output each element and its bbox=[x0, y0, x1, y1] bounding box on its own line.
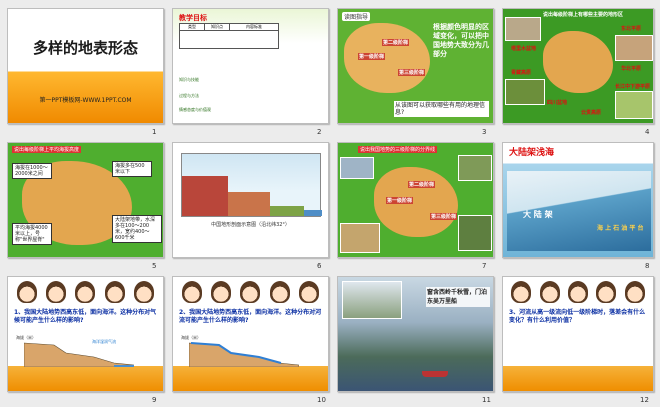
photo bbox=[505, 17, 541, 41]
region-label: 塔里木盆地 bbox=[511, 46, 537, 52]
terrain-profile bbox=[24, 342, 134, 367]
kids-banner bbox=[507, 281, 649, 303]
region-label: 四川盆地 bbox=[547, 100, 568, 106]
slide-number: 4 bbox=[645, 128, 650, 136]
ship-icon bbox=[422, 371, 448, 377]
slide-number: 1 bbox=[152, 128, 157, 136]
china-map bbox=[344, 23, 430, 93]
river-profile bbox=[189, 342, 299, 367]
slide-number: 3 bbox=[482, 128, 487, 136]
callout: 海拔在1000～2000米之间 bbox=[12, 163, 52, 179]
slide-thumbnail[interactable]: 说出每级阶梯上有哪些主要的地形区 塔里木盆地 青藏高原 东北平原 华北平原 长江… bbox=[502, 8, 654, 124]
photo bbox=[340, 223, 380, 253]
photo bbox=[615, 91, 653, 119]
slide-header: 说出每级阶梯上平均海拔高度 bbox=[12, 146, 82, 153]
region-label: 长江中下游平原 bbox=[615, 84, 651, 90]
slide-number: 7 bbox=[482, 262, 487, 270]
slide-header: 说出我国地势的三级阶梯的分界线 bbox=[358, 146, 438, 153]
photo bbox=[505, 79, 545, 105]
map-label: 第二级阶梯 bbox=[382, 39, 410, 46]
kids-banner bbox=[177, 281, 324, 303]
photo bbox=[340, 157, 374, 179]
slide-number: 8 bbox=[645, 262, 650, 270]
slide-number: 10 bbox=[317, 396, 326, 404]
callout: 海拔多在500米以下 bbox=[112, 161, 152, 177]
slide-header: 说出每级阶梯上有哪些主要的地形区 bbox=[543, 12, 624, 18]
callout: 大陆架地带，水深多在100～200米，宽约400～600千米 bbox=[112, 215, 162, 243]
slide-tag: 读图指导 bbox=[342, 12, 371, 21]
slide-thumbnail[interactable]: 中国地形剖面示意图（沿北纬32°） bbox=[172, 142, 329, 258]
photo bbox=[342, 281, 402, 319]
kids-banner bbox=[12, 281, 159, 303]
table-head: 知识点 bbox=[205, 24, 230, 30]
map-label: 第三级阶梯 bbox=[398, 69, 426, 76]
diagram-caption: 中国地形剖面示意图（沿北纬32°） bbox=[211, 222, 290, 228]
slide-thumbnail[interactable]: 窗含西岭千秋雪，门泊东吴万里船 bbox=[337, 276, 494, 392]
slide-thumbnail[interactable]: 说出每级阶梯上平均海拔高度 海拔在1000～2000米之间 海拔多在500米以下… bbox=[7, 142, 164, 258]
slide-thumbnail[interactable]: 1、我国大陆地势西高东低，面向海洋。这种分布对气候可能产生什么样的影响? 海拔（… bbox=[7, 276, 164, 392]
map-label: 第三级阶梯 bbox=[430, 213, 458, 220]
objective-item: 情感态度与价值观 bbox=[179, 107, 211, 112]
map-label: 第二级阶梯 bbox=[408, 181, 436, 188]
china-map bbox=[543, 31, 613, 93]
guide-text: 根据颜色明显的区域变化，可以把中国地势大致分为几部分 bbox=[433, 23, 489, 58]
photo bbox=[458, 155, 492, 181]
callout: 平均海拔4000米以上，号称"世界屋脊" bbox=[12, 223, 52, 245]
slide-number: 5 bbox=[152, 262, 157, 270]
objective-item: 知识与技能 bbox=[179, 77, 199, 82]
slide-number: 11 bbox=[482, 396, 491, 404]
region-label: 华北平原 bbox=[621, 66, 642, 72]
map-label: 第一级阶梯 bbox=[358, 53, 386, 60]
region-label: 东北平原 bbox=[621, 26, 642, 32]
slide-number: 2 bbox=[317, 128, 322, 136]
question-text: 2、我国大陆地势西高东低，面向海洋。这种分布对河流可能产生什么样的影响? bbox=[179, 309, 322, 324]
slide-number: 6 bbox=[317, 262, 322, 270]
slide-thumbnail[interactable]: 大陆架浅海 大 陆 架 海 上 石 油 平 台 bbox=[502, 142, 654, 258]
slide-header: 教学目标 bbox=[179, 14, 207, 22]
map-label: 第一级阶梯 bbox=[386, 197, 414, 204]
slide-thumbnail[interactable]: 教学目标 类型 知识点 内容标准 知识与技能 过程与方法 情感态度与价值观 bbox=[172, 8, 329, 124]
slide-number: 9 bbox=[152, 396, 157, 404]
slide-thumbnail[interactable]: 2、我国大陆地势西高东低，面向海洋。这种分布对河流可能产生什么样的影响? 海拔（… bbox=[172, 276, 329, 392]
slide-thumbnail[interactable]: 多样的地表形态 第一PPT模板网-WWW.1PPT.COM bbox=[7, 8, 164, 124]
slide-thumbnail[interactable]: 说出我国地势的三级阶梯的分界线 第一级阶梯 第二级阶梯 第三级阶梯 bbox=[337, 142, 494, 258]
slide-thumbnail[interactable]: 3、河流从高一级流向低一级阶梯时，落差会有什么变化？有什么利用价值？ bbox=[502, 276, 654, 392]
slide-thumbnail[interactable]: 读图指导 第一级阶梯 第二级阶梯 第三级阶梯 根据颜色明显的区域变化，可以把中国… bbox=[337, 8, 494, 124]
question-text: 1、我国大陆地势西高东低，面向海洋。这种分布对气候可能产生什么样的影响? bbox=[14, 309, 157, 324]
guide-caption: 从该图可以获取哪些有用的地理信息? bbox=[394, 101, 489, 117]
poem-text: 窗含西岭千秋雪，门泊东吴万里船 bbox=[426, 287, 490, 307]
slide-title: 多样的地表形态 bbox=[32, 39, 138, 57]
table-head: 内容标准 bbox=[246, 24, 262, 29]
rig-label: 海 上 石 油 平 台 bbox=[597, 225, 644, 232]
table-head: 类型 bbox=[180, 24, 205, 30]
slide-number: 12 bbox=[640, 396, 649, 404]
question-text: 3、河流从高一级流向低一级阶梯时，落差会有什么变化？有什么利用价值？ bbox=[509, 309, 646, 324]
shelf-label: 大 陆 架 bbox=[523, 210, 553, 219]
objectives-table: 类型 知识点 内容标准 bbox=[179, 23, 279, 49]
slide-title: 大陆架浅海 bbox=[509, 148, 555, 158]
slide-subtitle: 第一PPT模板网-WWW.1PPT.COM bbox=[39, 97, 132, 104]
region-label: 云贵高原 bbox=[581, 110, 602, 116]
photo bbox=[615, 35, 653, 61]
objective-item: 过程与方法 bbox=[179, 93, 199, 98]
airflow-arrow-label: 海洋湿润气流 bbox=[92, 339, 116, 344]
profile-diagram bbox=[181, 153, 322, 217]
region-label: 青藏高原 bbox=[511, 70, 532, 76]
photo bbox=[458, 215, 492, 251]
